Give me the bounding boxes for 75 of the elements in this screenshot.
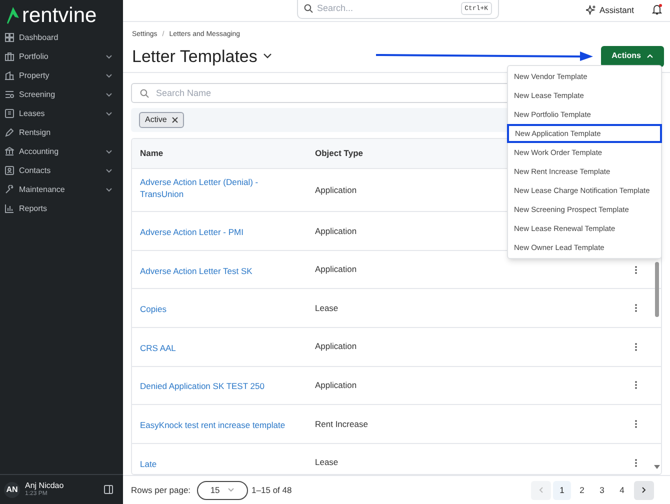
template-link[interactable]: Adverse Action Letter - PMI [140, 226, 244, 238]
table-cell: Application [315, 379, 357, 392]
chevron-down-icon[interactable] [106, 112, 112, 116]
nav-item[interactable]: Leases [19, 108, 101, 120]
bank-icon [5, 147, 14, 156]
chevron-down-icon[interactable] [106, 92, 112, 96]
search-icon [140, 88, 149, 98]
nav-item[interactable]: Reports [19, 202, 112, 214]
template-link[interactable]: CRS AAL [140, 342, 176, 354]
contact-card-icon [5, 166, 14, 175]
table-cell: Application [315, 184, 357, 197]
chevron-down-icon[interactable] [106, 150, 112, 154]
document-icon [5, 109, 14, 118]
panel-toggle-icon[interactable] [104, 485, 113, 494]
search-placeholder: Search... [317, 2, 354, 15]
wrench-icon [5, 185, 14, 194]
template-link[interactable]: Adverse Action Letter Test SK [140, 264, 252, 277]
table-cell: Lease [315, 456, 338, 470]
nav-item[interactable]: Maintenance [19, 184, 101, 196]
nav-item[interactable]: Portfolio [19, 50, 101, 62]
page-button[interactable]: 3 [593, 480, 611, 500]
actions-button[interactable]: Actions [600, 46, 664, 67]
nav-item[interactable]: Dashboard [19, 32, 112, 44]
user-name: Anj Nicdao [25, 480, 65, 490]
page-button[interactable]: 1 [553, 480, 571, 500]
template-link[interactable]: Copies [140, 303, 166, 316]
logo-icon [7, 6, 19, 24]
scroll-down-icon[interactable] [654, 465, 660, 470]
grid-icon [5, 33, 14, 42]
table-cell: Rent Increase [315, 418, 368, 430]
chevron-icon [647, 54, 653, 58]
chevron-down-icon[interactable] [106, 168, 112, 172]
table-cell: Lease [315, 302, 338, 315]
table-cell: Application [315, 224, 357, 238]
chevron-down-icon [228, 488, 234, 492]
chevron-right-icon [642, 487, 646, 494]
chevron-down-icon[interactable] [106, 188, 112, 192]
page-button[interactable]: 4 [613, 480, 631, 500]
assistant-button[interactable]: Assistant [600, 4, 634, 17]
column-header: Object Type [315, 147, 364, 160]
chevron-left-icon [539, 487, 543, 494]
page-button[interactable]: 2 [573, 480, 591, 500]
chevron-down-icon[interactable] [106, 74, 112, 78]
rows-per-page-label: Rows per page: [131, 484, 191, 497]
nav-item[interactable]: Accounting [19, 146, 101, 158]
column-header: Name [139, 147, 164, 160]
building-icon [5, 71, 14, 80]
template-link[interactable]: Denied Application SK TEST 250 [140, 380, 264, 392]
page-title: Letter Templates [132, 46, 258, 68]
logo-text: rentvine [22, 4, 97, 26]
chevron-down-icon[interactable] [263, 53, 272, 60]
nav-item[interactable]: Property [19, 70, 101, 82]
sparkle-icon [586, 5, 596, 16]
template-link[interactable]: EasyKnock test rent increase template [140, 419, 286, 432]
nav-item[interactable]: Screening [19, 88, 101, 100]
nav-item[interactable]: Rentsign [19, 126, 112, 138]
list-icon [5, 90, 14, 99]
close-icon[interactable] [172, 117, 178, 124]
pen-icon [5, 128, 14, 137]
chevron-down-icon[interactable] [106, 54, 112, 58]
bell-icon[interactable] [652, 4, 662, 15]
table-cell: Application [315, 340, 357, 354]
range-text: 1–15 of 48 [252, 484, 292, 497]
briefcase-icon [5, 52, 14, 61]
filter-chip[interactable]: Active [139, 112, 184, 128]
template-link[interactable]: Late [140, 458, 157, 470]
table-cell: Application [315, 263, 357, 276]
bar-chart-icon [5, 204, 14, 213]
scrollbar-thumb[interactable] [655, 262, 659, 318]
nav-item[interactable]: Contacts [19, 164, 101, 176]
search-placeholder: Search Name [156, 86, 212, 100]
search-icon [304, 4, 313, 13]
rows-per-page-select[interactable]: 15 [196, 480, 248, 500]
template-link[interactable]: Adverse Action Letter (Denial) - TransUnion [140, 176, 290, 200]
user-avatar: AN [4, 482, 20, 498]
